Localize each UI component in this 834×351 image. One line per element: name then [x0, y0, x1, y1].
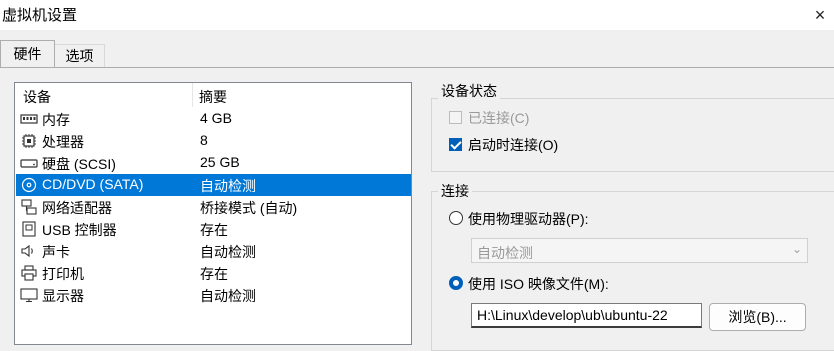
physical-drive-select-value: 自动检测: [477, 245, 533, 261]
device-name: 显示器: [42, 288, 84, 304]
cd-dvd-icon: [21, 177, 37, 193]
tab-hardware[interactable]: 硬件: [0, 40, 55, 68]
device-name: 网络适配器: [42, 200, 112, 216]
title-bar: 虚拟机设置 ×: [0, 0, 834, 30]
processor-icon: [22, 134, 36, 148]
device-summary: 4 GB: [200, 110, 232, 126]
device-summary: 8: [200, 132, 208, 148]
memory-icon: [20, 114, 38, 124]
device-row-processor[interactable]: 处理器 8: [16, 130, 411, 152]
device-row-memory[interactable]: 内存 4 GB: [16, 108, 411, 130]
connected-label: 已连接(C): [468, 110, 530, 126]
close-icon[interactable]: ×: [808, 4, 832, 26]
device-summary: 自动检测: [200, 178, 256, 194]
device-row-usb-controller[interactable]: USB 控制器 存在: [16, 218, 411, 240]
physical-drive-radio[interactable]: [449, 211, 463, 225]
tab-options[interactable]: 选项: [55, 44, 105, 68]
connect-at-power-on-checkbox[interactable]: [449, 138, 462, 151]
device-name: 处理器: [42, 134, 84, 150]
device-summary: 存在: [200, 266, 228, 282]
column-header-device[interactable]: 设备: [23, 87, 51, 107]
device-row-cd-dvd[interactable]: CD/DVD (SATA) 自动检测: [16, 174, 411, 196]
device-summary: 25 GB: [200, 154, 240, 170]
browse-button[interactable]: 浏览(B)...: [709, 303, 806, 331]
device-list[interactable]: 设备 摘要 内存 4 GB 处理器 8 硬盘 (SCSI) 25 GB CD/D…: [14, 82, 412, 345]
iso-file-radio[interactable]: [449, 276, 463, 290]
device-row-printer[interactable]: 打印机 存在: [16, 262, 411, 284]
device-row-display[interactable]: 显示器 自动检测: [16, 284, 411, 306]
physical-drive-label: 使用物理驱动器(P):: [468, 211, 589, 227]
device-name: CD/DVD (SATA): [42, 176, 144, 192]
device-name: 声卡: [42, 244, 70, 260]
network-adapter-icon: [21, 199, 37, 215]
device-row-hard-disk[interactable]: 硬盘 (SCSI) 25 GB: [16, 152, 411, 174]
device-status-label: 设备状态: [438, 81, 500, 101]
chevron-down-icon: ⌄: [791, 242, 802, 256]
printer-icon: [21, 265, 37, 281]
connection-label: 连接: [438, 181, 472, 201]
column-divider[interactable]: [192, 83, 193, 107]
device-summary: 桥接模式 (自动): [200, 200, 298, 216]
device-name: 硬盘 (SCSI): [42, 156, 116, 172]
device-name: 内存: [42, 112, 70, 128]
iso-path-value: H:\Linux\develop\ub\ubuntu-22: [477, 307, 668, 323]
iso-path-input[interactable]: H:\Linux\develop\ub\ubuntu-22: [471, 303, 702, 328]
column-header-summary[interactable]: 摘要: [199, 87, 227, 107]
window-title: 虚拟机设置: [2, 7, 78, 24]
device-summary: 自动检测: [200, 288, 256, 304]
device-row-sound-card[interactable]: 声卡 自动检测: [16, 240, 411, 262]
device-name: USB 控制器: [42, 222, 117, 238]
display-icon: [20, 288, 38, 303]
usb-controller-icon: [22, 221, 36, 237]
hard-disk-icon: [20, 159, 38, 168]
device-summary: 自动检测: [200, 244, 256, 260]
speaker-icon: [21, 244, 33, 258]
connected-checkbox[interactable]: [449, 111, 462, 124]
connect-at-power-on-label: 启动时连接(O): [468, 137, 559, 153]
iso-file-label: 使用 ISO 映像文件(M):: [468, 276, 609, 292]
physical-drive-select[interactable]: 自动检测 ⌄: [471, 238, 808, 263]
device-row-network-adapter[interactable]: 网络适配器 桥接模式 (自动): [16, 196, 411, 218]
device-summary: 存在: [200, 222, 228, 238]
device-name: 打印机: [42, 266, 84, 282]
